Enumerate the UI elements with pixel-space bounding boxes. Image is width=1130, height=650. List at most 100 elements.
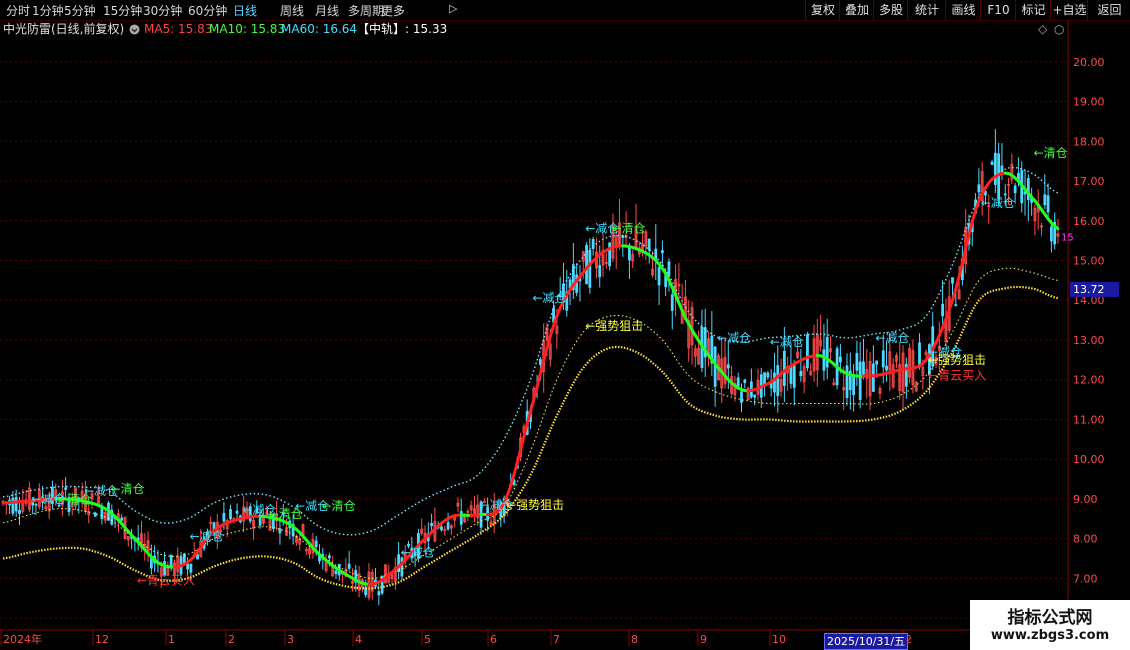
candle-body: [1013, 185, 1017, 194]
edge-label: 15: [1061, 233, 1074, 244]
y-tick-label: 15.00: [1073, 254, 1105, 267]
candle-body: [743, 379, 747, 384]
candle-body: [222, 512, 226, 522]
candle-body: [875, 360, 879, 365]
candle-body: [258, 516, 262, 526]
candle-body: [430, 523, 433, 527]
candle-body: [740, 391, 743, 403]
candle-body: [591, 238, 595, 250]
signal-label: ←强势狙击: [928, 353, 986, 367]
y-tick-label: 10.00: [1073, 453, 1105, 466]
candle-body: [149, 558, 153, 569]
signal-label: ←减仓: [190, 530, 224, 544]
y-tick-label: 16.00: [1073, 215, 1105, 228]
candle-body: [608, 242, 612, 267]
x-tick-label: 1: [168, 633, 175, 646]
candle-body: [11, 497, 15, 514]
candle-body: [278, 528, 282, 534]
candle-body: [776, 365, 780, 396]
signal-label: ←强势狙击: [585, 319, 643, 333]
y-tick-label: 20.00: [1073, 56, 1105, 69]
candle-body: [862, 361, 865, 375]
candle-body: [1046, 195, 1050, 213]
candle-body: [990, 161, 994, 165]
candle-body: [773, 372, 776, 393]
y-tick-label: 9.00: [1073, 493, 1098, 506]
candle-body: [598, 265, 602, 278]
y-tick-label: 7.00: [1073, 572, 1098, 585]
x-tick-label: 10: [772, 633, 786, 646]
candle-body: [120, 517, 124, 521]
x-tick-label: 5: [424, 633, 431, 646]
watermark: 指标公式网 www.zbgs3.com: [970, 600, 1130, 650]
candle-body: [647, 238, 651, 251]
candle-body: [855, 353, 859, 371]
candle-body: [1026, 178, 1030, 201]
watermark-title: 指标公式网: [1007, 608, 1093, 628]
candle-body: [822, 349, 826, 371]
signal-label: ←青云买入: [137, 573, 195, 587]
candle-body: [670, 294, 674, 311]
mid-band-segment: [512, 460, 519, 477]
x-tick-label: 2024年: [3, 632, 42, 646]
candle-body: [792, 364, 796, 388]
candle-body: [459, 511, 463, 525]
y-tick-label: 12.00: [1073, 374, 1105, 387]
mid-band-segment: [505, 484, 513, 497]
signal-label: ←清仓: [612, 222, 646, 236]
x-tick-label: 4: [355, 633, 362, 646]
candle-body: [918, 342, 921, 366]
candle-body: [845, 365, 849, 399]
watermark-url: www.zbgs3.com: [990, 628, 1110, 643]
candle-body: [766, 372, 770, 378]
signal-label: ←减仓: [875, 331, 909, 345]
x-tick-label: 6: [490, 633, 497, 646]
signal-label: ←减仓: [533, 291, 567, 305]
signal-label: ←减仓: [401, 546, 435, 560]
candle-body: [825, 336, 829, 368]
y-tick-label: 11.00: [1073, 413, 1105, 426]
price-tag: 13.72: [1070, 282, 1119, 297]
candle-body: [588, 250, 592, 288]
candle-body: [1003, 193, 1007, 196]
candle-body: [446, 522, 450, 530]
candle-body: [806, 334, 809, 369]
price-chart: ←减仓 ←清仓 ←减仓 ←清仓 ←青云买入 ←减仓 ←减仓 ←清仓 ←减仓 ←清仓 ←减仓 ←减仓 ←强…: [0, 20, 1105, 646]
candle-body: [726, 364, 730, 369]
candle-body: [93, 512, 97, 517]
mid-band-segment: [548, 324, 556, 338]
y-tick-label: 8.00: [1073, 533, 1098, 546]
x-tick-label: 7: [553, 633, 560, 646]
signal-label: ←清仓: [111, 482, 145, 496]
candle-body: [871, 363, 875, 392]
candle-body: [327, 555, 331, 559]
mid-band-segment: [529, 397, 536, 413]
date-cursor-tag: 2025/10/31/五: [824, 633, 909, 650]
candle-body: [954, 304, 958, 306]
signal-label: ←减仓: [717, 331, 751, 345]
x-tick-label: 3: [287, 633, 294, 646]
x-tick-label: 8: [631, 633, 638, 646]
signal-label: ←减仓: [770, 335, 804, 349]
candle-body: [789, 365, 793, 384]
signal-label: ←清仓: [1034, 146, 1068, 160]
y-tick-label: 17.00: [1073, 175, 1105, 188]
signal-label: ←青云买入: [928, 369, 986, 383]
candle-body: [839, 356, 842, 363]
candle-body: [852, 375, 855, 395]
candle-body: [189, 563, 193, 573]
candle-body: [858, 361, 862, 400]
candle-body: [885, 365, 888, 371]
candle-body: [440, 526, 443, 531]
candle-body: [229, 509, 232, 520]
candle-body: [753, 394, 757, 398]
candle-body: [1050, 226, 1053, 242]
candle-body: [334, 570, 338, 575]
candle-body: [347, 563, 351, 569]
candle-body: [881, 350, 885, 368]
candle-body: [660, 250, 664, 254]
candle-body: [799, 370, 803, 377]
mid-band-segment: [1053, 224, 1060, 231]
candle-body: [235, 510, 239, 514]
y-tick-label: 19.00: [1073, 96, 1105, 109]
